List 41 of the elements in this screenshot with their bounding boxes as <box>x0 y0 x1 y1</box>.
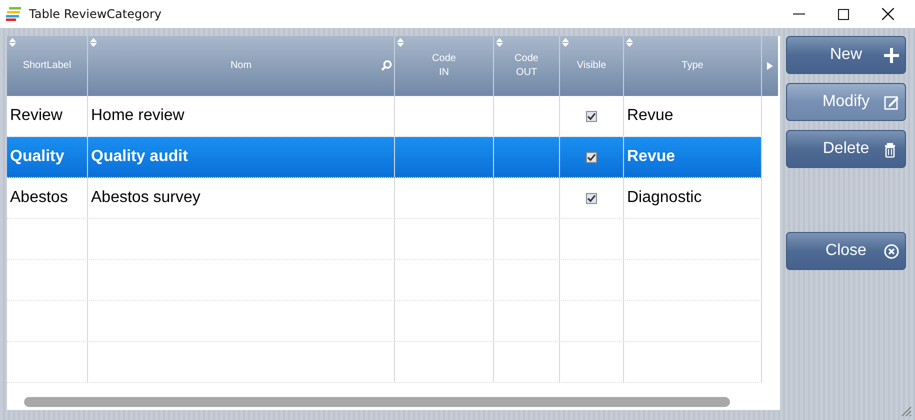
table-cell: Quality <box>10 148 64 166</box>
checkbox[interactable] <box>586 110 597 122</box>
delete-button[interactable]: Delete <box>786 130 906 168</box>
table-cell: Quality audit <box>91 148 188 166</box>
table-cell: Revue <box>627 107 674 125</box>
table-cell: Abestos <box>10 189 68 207</box>
scroll-right-icon[interactable] <box>762 36 778 96</box>
close-button[interactable]: Close <box>786 232 906 270</box>
column-header[interactable]: ShortLabel <box>7 36 88 96</box>
table-cell: Diagnostic <box>627 189 702 207</box>
sort-icon[interactable] <box>9 38 16 47</box>
checkbox[interactable] <box>586 152 597 162</box>
sort-icon[interactable] <box>90 38 97 47</box>
table-row[interactable]: Abestos Abestos survey Diagnostic <box>7 178 762 219</box>
column-header[interactable]: Type <box>624 36 762 96</box>
plus-icon <box>884 48 899 64</box>
window-title: Table ReviewCategory <box>29 7 162 21</box>
close-icon <box>884 244 899 260</box>
checkbox[interactable] <box>586 192 597 204</box>
sort-icon[interactable] <box>626 38 633 47</box>
sort-icon[interactable] <box>562 38 569 47</box>
column-header[interactable]: Nom <box>88 36 395 96</box>
sort-icon[interactable] <box>397 38 404 47</box>
table-cell: Revue <box>627 148 676 166</box>
search-icon[interactable] <box>381 60 392 71</box>
column-header[interactable]: Visible <box>560 36 624 96</box>
modify-button[interactable]: Modify <box>786 83 906 121</box>
column-header[interactable]: Code IN <box>395 36 494 96</box>
new-button[interactable]: New <box>786 36 906 74</box>
table-cell: Home review <box>91 107 184 125</box>
column-header[interactable]: Code OUT <box>494 36 560 96</box>
edit-icon <box>884 95 899 111</box>
app-logo-icon <box>6 7 22 21</box>
table-cell: Review <box>10 107 62 125</box>
table-row[interactable]: Quality Quality audit Revue <box>7 137 762 178</box>
sort-icon[interactable] <box>496 38 503 47</box>
maximize-icon[interactable] <box>838 8 849 20</box>
resize-grip-icon[interactable] <box>901 406 912 417</box>
horizontal-scrollbar[interactable] <box>24 397 730 407</box>
table-cell: Abestos survey <box>91 189 200 207</box>
close-icon[interactable] <box>882 8 894 20</box>
